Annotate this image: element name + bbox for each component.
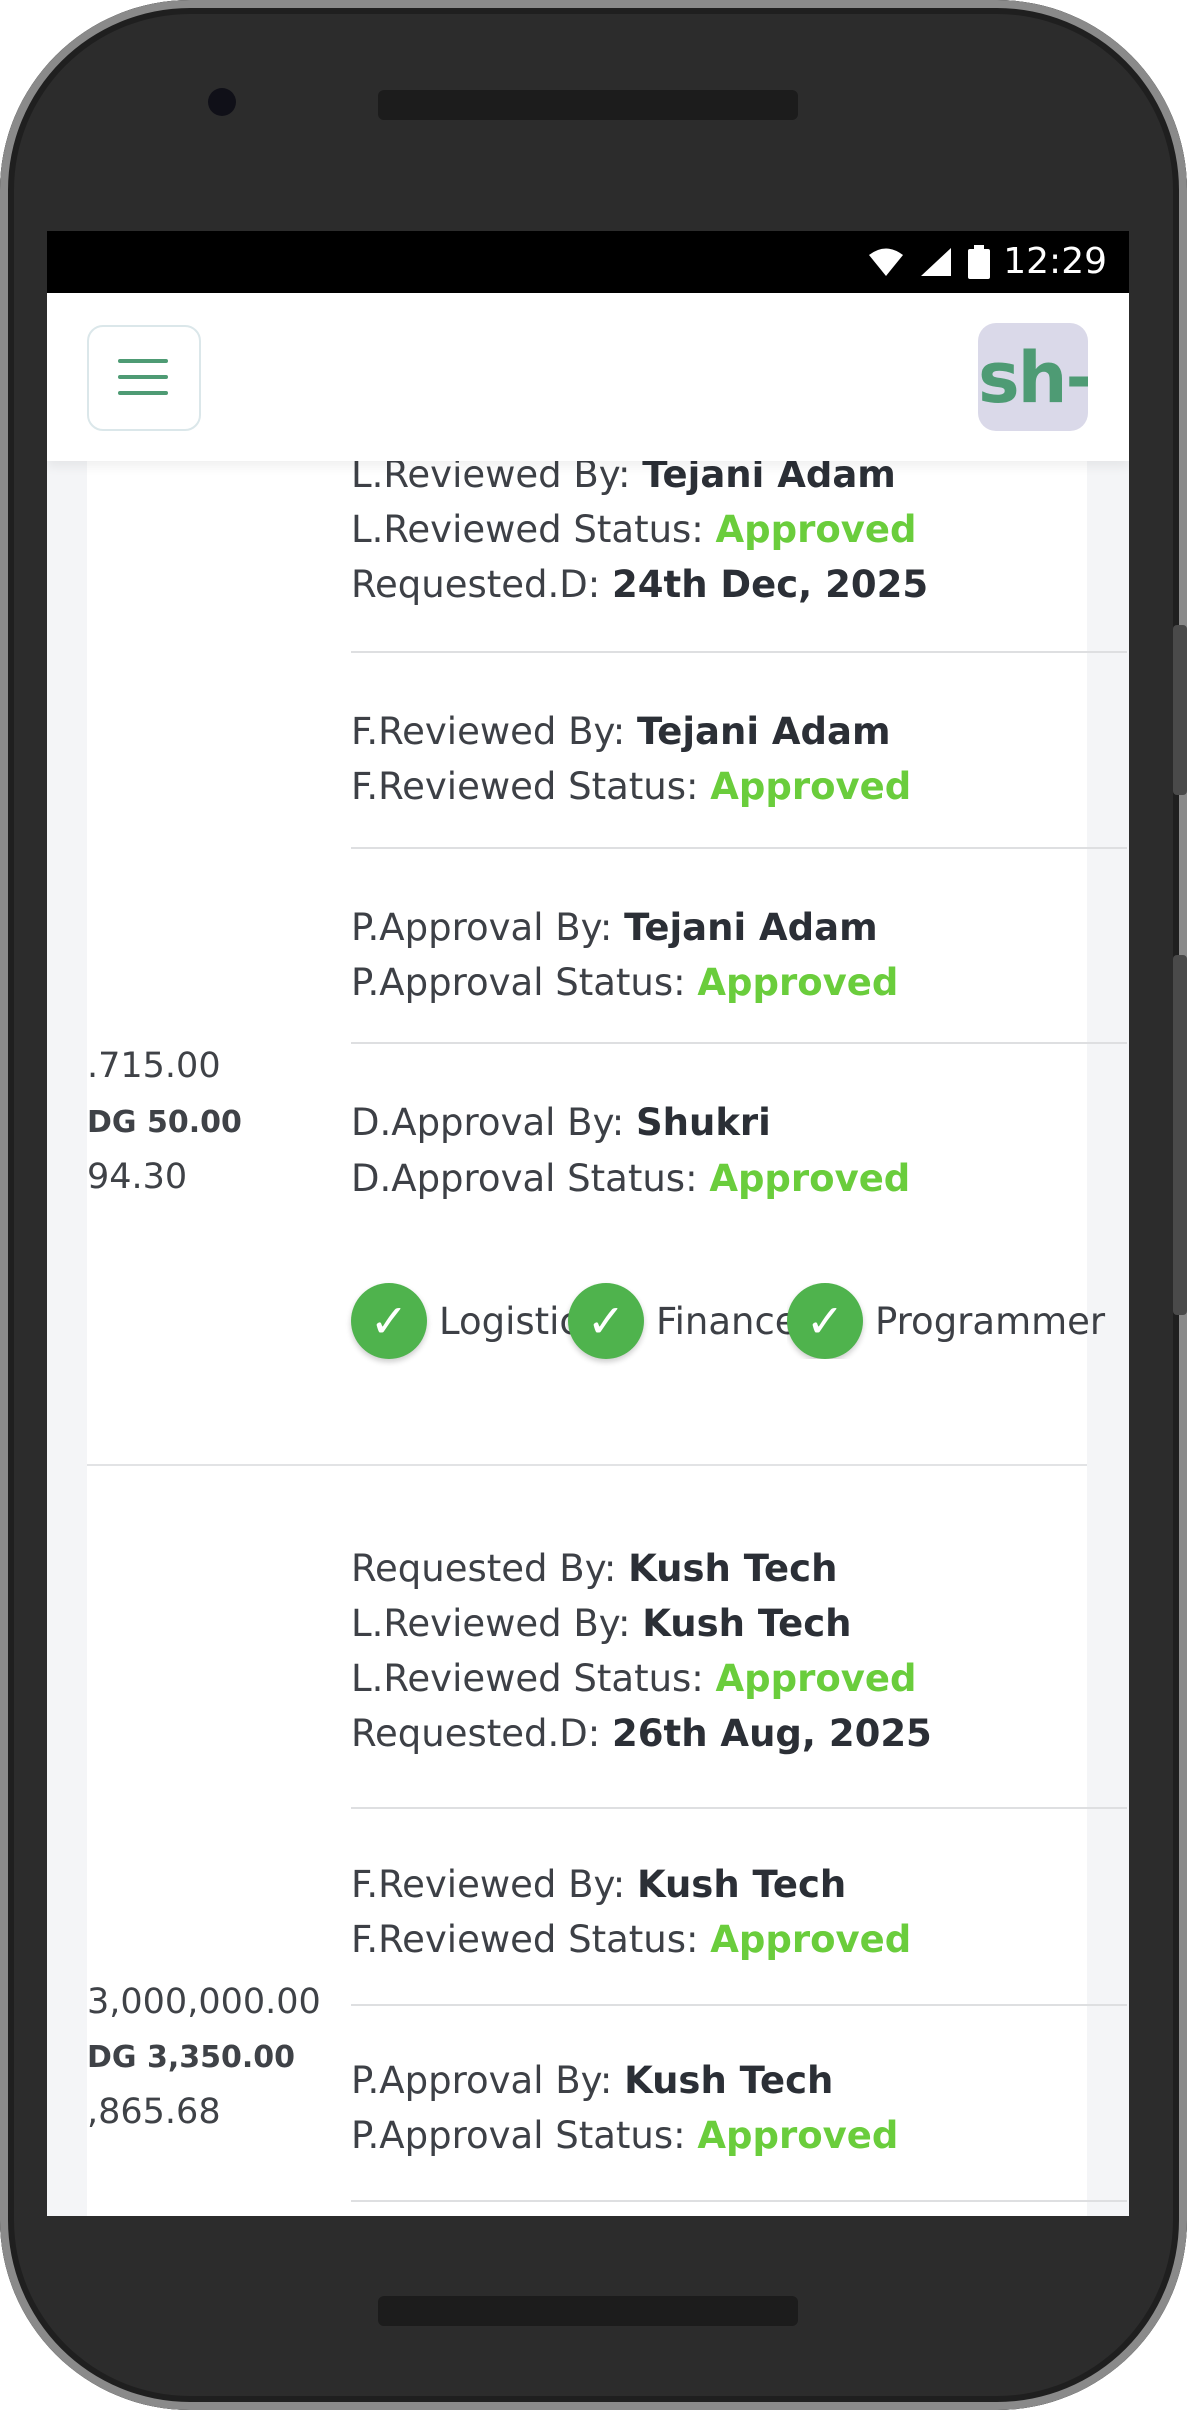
divider (351, 1042, 1127, 1044)
status-badge: Approved (710, 1918, 912, 1961)
p-approval-status: P.Approval Status: Approved (351, 2114, 899, 2157)
p-approval-status: P.Approval Status: Approved (351, 961, 899, 1004)
check-icon: ✓ (568, 1283, 644, 1359)
bottom-speaker (378, 2296, 798, 2326)
wifi-icon (869, 248, 903, 276)
power-button (1173, 955, 1187, 1315)
status-badge: Approved (697, 2114, 899, 2157)
requests-list: .715.00 DG 50.00 94.30 L.Reviewed By: Te… (47, 453, 1129, 2216)
p-approval-by: P.Approval By: Tejani Adam (351, 906, 878, 949)
brand-logo[interactable]: sh-S (978, 323, 1088, 431)
d-approval-status: D.Approval Status: Approved (351, 1157, 911, 1200)
battery-icon (968, 245, 990, 279)
requested-date: Requested.D: 26th Aug, 2025 (351, 1712, 932, 1755)
device-frame: 12:29 sh-S .715.00 DG 50.00 94.30 L. (0, 0, 1187, 2410)
divider (351, 847, 1127, 849)
record-amount-secondary: DG 50.00 (87, 1105, 242, 1140)
brand-logo-text: sh-S (978, 337, 1088, 419)
divider (351, 651, 1127, 653)
status-badge: Approved (710, 765, 912, 808)
app-header: sh-S (47, 293, 1129, 461)
requested-by: Requested By: Kush Tech (351, 1547, 838, 1590)
status-badge: Approved (715, 1657, 917, 1700)
check-icon: ✓ (351, 1283, 427, 1359)
f-reviewed-status: F.Reviewed Status: Approved (351, 765, 912, 808)
status-badge: Approved (709, 1157, 911, 1200)
divider (351, 1807, 1127, 1809)
record-amount: .715.00 (87, 1046, 221, 1086)
l-reviewed-status: L.Reviewed Status: Approved (351, 1657, 917, 1700)
app-screen: 12:29 sh-S .715.00 DG 50.00 94.30 L. (47, 231, 1129, 2216)
check-icon: ✓ (787, 1283, 863, 1359)
d-approval-by: D.Approval By: Shukri (351, 1101, 771, 1144)
divider (351, 2200, 1127, 2202)
l-reviewed-status: L.Reviewed Status: Approved (351, 508, 917, 551)
signal-icon (921, 248, 951, 276)
step-programmer: ✓ Programmer (787, 1283, 1127, 1359)
status-icons (867, 245, 991, 279)
f-reviewed-by: F.Reviewed By: Kush Tech (351, 1863, 847, 1906)
divider (351, 2004, 1127, 2006)
step-finance: ✓ Finance (568, 1283, 798, 1359)
step-logistic: ✓ Logistic (351, 1283, 580, 1359)
p-approval-by: P.Approval By: Kush Tech (351, 2059, 834, 2102)
front-camera (208, 88, 236, 116)
menu-button[interactable] (87, 325, 201, 431)
status-time: 12:29 (1003, 241, 1107, 282)
hamburger-icon (118, 359, 168, 395)
record-amount-converted: 94.30 (87, 1157, 188, 1197)
status-badge: Approved (715, 508, 917, 551)
status-bar: 12:29 (47, 231, 1129, 293)
record-separator (87, 1464, 1087, 1466)
earpiece-speaker (378, 90, 798, 120)
status-badge: Approved (697, 961, 899, 1004)
volume-button (1173, 625, 1187, 795)
l-reviewed-by: L.Reviewed By: Kush Tech (351, 1602, 852, 1645)
requested-date: Requested.D: 24th Dec, 2025 (351, 563, 929, 606)
f-reviewed-by: F.Reviewed By: Tejani Adam (351, 710, 891, 753)
f-reviewed-status: F.Reviewed Status: Approved (351, 1918, 912, 1961)
